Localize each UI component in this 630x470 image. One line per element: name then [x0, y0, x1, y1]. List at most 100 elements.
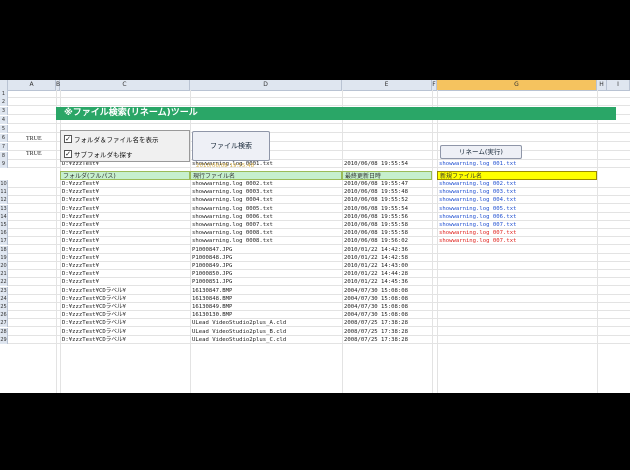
row-number[interactable]: 15 [0, 221, 8, 229]
current-name-cell[interactable]: 16130130.BMP [192, 311, 232, 319]
subfolder-checkbox[interactable]: ✓ サブフォルダも探す [64, 149, 133, 159]
current-name-cell[interactable]: ULead VideoStudio2plus_A.cld [192, 319, 286, 327]
select-all-corner[interactable] [0, 80, 8, 90]
current-name-cell[interactable]: 16130849.BMP [192, 303, 232, 311]
modified-cell[interactable]: 2004/07/30 15:08:08 [344, 311, 408, 319]
row-number[interactable]: 3 [0, 107, 8, 115]
current-name-cell[interactable]: showwarning.log 0003.txt [192, 188, 273, 196]
checkbox-checked-icon[interactable]: ✓ [64, 135, 72, 143]
current-name-cell[interactable]: P1000850.JPG [192, 270, 232, 278]
file-search-button[interactable]: ファイル検索 [192, 131, 270, 161]
modified-cell[interactable]: 2010/06/08 19:55:58 [344, 221, 408, 229]
row-number[interactable]: 4 [0, 116, 8, 124]
modified-cell[interactable]: 2004/07/30 15:08:08 [344, 295, 408, 303]
modified-cell[interactable]: 2010/01/22 14:43:00 [344, 262, 408, 270]
folder-cell[interactable]: D:¥zzzTest¥ [62, 278, 99, 286]
modified-cell[interactable]: 2010/06/08 19:55:48 [344, 188, 408, 196]
folder-cell[interactable]: D:¥zzzTest¥ [62, 237, 99, 245]
row-number[interactable]: 1 [0, 90, 8, 98]
current-name-cell[interactable]: 16130848.BMP [192, 295, 232, 303]
row-number[interactable]: 11 [0, 188, 8, 197]
column-d-header[interactable]: D [190, 80, 342, 90]
column-h-header[interactable]: H [597, 80, 607, 90]
modified-cell[interactable]: 2010/06/08 19:55:54 [344, 205, 408, 213]
folder-cell[interactable]: D:¥zzzTest¥ [62, 270, 99, 278]
row-number[interactable]: 8 [0, 152, 8, 160]
folder-cell[interactable]: D:¥zzzTest¥ [62, 188, 99, 196]
modified-cell[interactable]: 2010/01/22 14:42:36 [344, 246, 408, 254]
current-name-cell[interactable]: showwarning.log 0004.txt [192, 196, 273, 204]
row-number[interactable]: 25 [0, 303, 8, 311]
row-number[interactable]: 21 [0, 270, 8, 279]
row-number[interactable]: 10 [0, 180, 8, 188]
row-number[interactable]: 13 [0, 204, 8, 213]
new-name-cell[interactable]: showwarning.log 004.txt [439, 196, 516, 204]
folder-cell[interactable]: D:¥zzzTest¥CDラベル¥ [62, 311, 126, 319]
new-name-cell[interactable]: showwarning.log 006.txt [439, 213, 516, 221]
row-number[interactable]: 17 [0, 237, 8, 246]
folder-cell[interactable]: D:¥zzzTest¥ [62, 262, 99, 270]
column-i-header[interactable]: I [607, 80, 630, 90]
show-names-checkbox[interactable]: ✓ フォルダ＆ファイル名を表示 [64, 134, 159, 144]
current-name-cell[interactable]: ULead VideoStudio2plus_C.cld [192, 336, 286, 344]
current-name-cell[interactable]: showwarning.log 0005.txt [192, 205, 273, 213]
modified-cell[interactable]: 2010/06/08 19:55:47 [344, 180, 408, 188]
modified-cell[interactable]: 2004/07/30 15:08:08 [344, 303, 408, 311]
column-g-header[interactable]: G [437, 80, 597, 90]
modified-cell[interactable]: 2010/06/08 19:55:58 [344, 229, 408, 237]
modified-cell[interactable]: 2010/06/08 19:55:56 [344, 213, 408, 221]
modified-cell[interactable]: 2010/01/22 14:45:36 [344, 278, 408, 286]
row-number[interactable]: 22 [0, 278, 8, 287]
new-name-cell[interactable]: showwarning.log 007.txt [439, 221, 516, 229]
row-number[interactable]: 5 [0, 125, 8, 133]
folder-cell[interactable]: D:¥zzzTest¥ [62, 180, 99, 188]
folder-cell[interactable]: D:¥zzzTest¥CDラベル¥ [62, 295, 126, 303]
row-number[interactable]: 29 [0, 335, 8, 344]
row-number[interactable]: 24 [0, 294, 8, 303]
row-number[interactable]: 16 [0, 229, 8, 238]
new-name-cell[interactable]: showwarning.log 005.txt [439, 205, 516, 213]
modified-cell[interactable]: 2008/07/25 17:38:28 [344, 336, 408, 344]
modified-cell[interactable]: 2004/07/30 15:08:08 [344, 287, 408, 295]
new-name-cell[interactable]: showwarning.log 007.txt [439, 229, 516, 237]
modified-cell[interactable]: 2010/01/22 14:42:58 [344, 254, 408, 262]
row-number[interactable]: 19 [0, 253, 8, 262]
folder-cell[interactable]: D:¥zzzTest¥ [62, 246, 99, 254]
row-number[interactable]: 20 [0, 262, 8, 270]
folder-cell[interactable]: D:¥zzzTest¥ [62, 229, 99, 237]
current-name-cell[interactable]: 16130847.BMP [192, 287, 232, 295]
new-name-cell[interactable]: showwarning.log 001.txt [439, 160, 516, 168]
modified-cell[interactable]: 2010/06/08 19:55:52 [344, 196, 408, 204]
modified-cell[interactable]: 2008/07/25 17:38:28 [344, 328, 408, 336]
column-c-header[interactable]: C [60, 80, 190, 90]
folder-cell[interactable]: D:¥zzzTest¥CDラベル¥ [62, 328, 126, 336]
modified-cell[interactable]: 2010/06/08 19:55:54 [344, 160, 408, 168]
row-number[interactable]: 23 [0, 286, 8, 295]
column-e-header[interactable]: E [342, 80, 432, 90]
folder-cell[interactable]: D:¥zzzTest¥ [62, 221, 99, 229]
row-number[interactable]: 9 [0, 160, 8, 168]
current-name-cell[interactable]: P1000847.JPG [192, 246, 232, 254]
row-number[interactable]: 7 [0, 143, 8, 151]
current-name-cell[interactable]: showwarning.log 0008.txt [192, 237, 273, 245]
row-number[interactable]: 6 [0, 134, 8, 142]
checkbox-checked-icon[interactable]: ✓ [64, 150, 72, 158]
row-number[interactable]: 27 [0, 319, 8, 328]
modified-cell[interactable]: 2010/01/22 14:44:28 [344, 270, 408, 278]
modified-cell[interactable]: 2010/06/08 19:56:02 [344, 237, 408, 245]
new-name-cell[interactable]: showwarning.log 003.txt [439, 188, 516, 196]
row-number[interactable]: 2 [0, 98, 8, 106]
row-number[interactable]: 28 [0, 327, 8, 336]
folder-cell[interactable]: D:¥zzzTest¥CDラベル¥ [62, 319, 126, 327]
current-name-cell[interactable]: P1000849.JPG [192, 262, 232, 270]
current-name-cell[interactable]: showwarning.log 0008.txt [192, 229, 273, 237]
folder-cell[interactable]: D:¥zzzTest¥ [62, 254, 99, 262]
current-name-cell[interactable]: P1000848.JPG [192, 254, 232, 262]
row-number[interactable]: 26 [0, 311, 8, 320]
row-number[interactable]: 18 [0, 245, 8, 254]
folder-cell[interactable]: D:¥zzzTest¥CDラベル¥ [62, 303, 126, 311]
folder-cell[interactable]: D:¥zzzTest¥ [62, 205, 99, 213]
current-name-cell[interactable]: P1000851.JPG [192, 278, 232, 286]
folder-cell[interactable]: D:¥zzzTest¥ [62, 196, 99, 204]
new-name-cell[interactable]: showwarning.log 002.txt [439, 180, 516, 188]
